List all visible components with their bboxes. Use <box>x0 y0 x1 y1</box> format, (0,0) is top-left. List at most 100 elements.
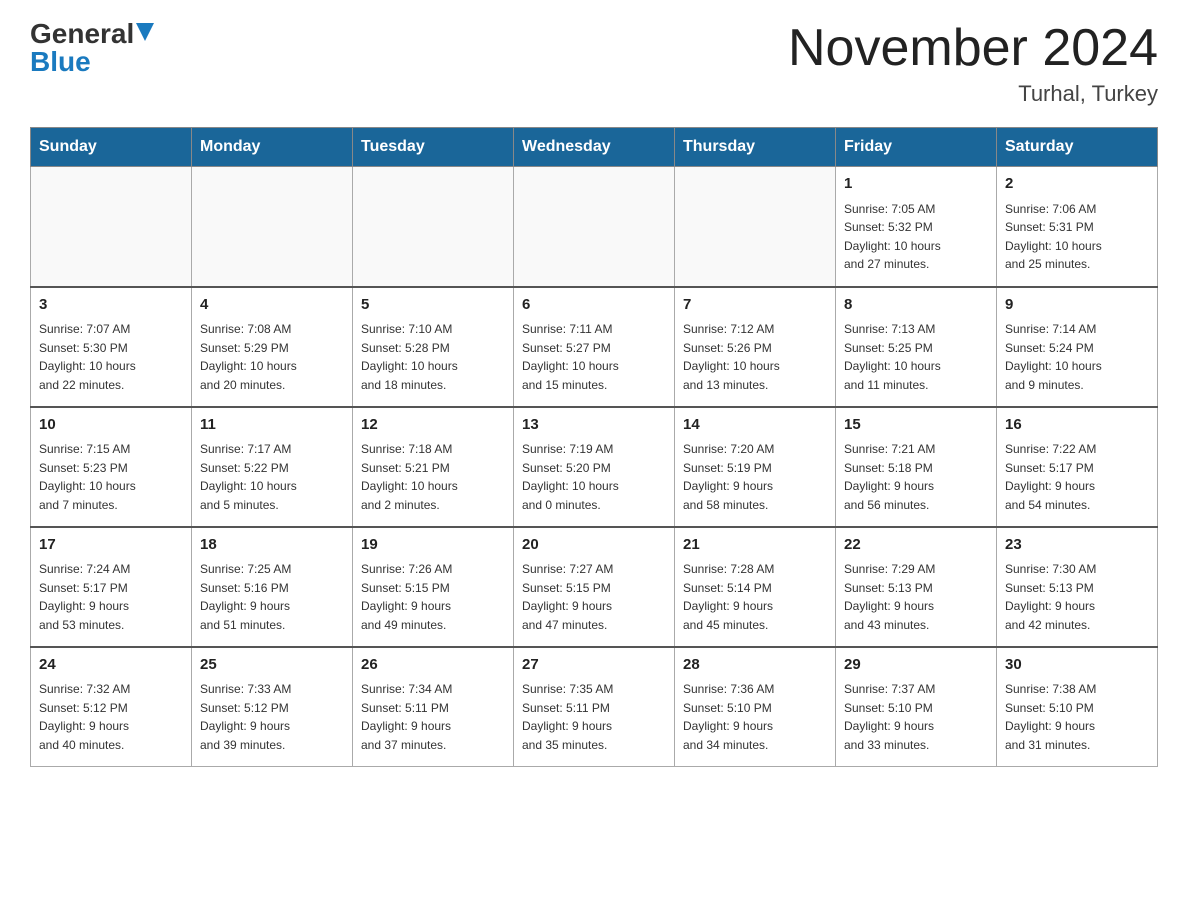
calendar-day-cell <box>353 167 514 287</box>
calendar-header-row: SundayMondayTuesdayWednesdayThursdayFrid… <box>31 128 1158 167</box>
calendar-day-cell: 28Sunrise: 7:36 AM Sunset: 5:10 PM Dayli… <box>675 647 836 767</box>
calendar-day-cell: 16Sunrise: 7:22 AM Sunset: 5:17 PM Dayli… <box>997 407 1158 527</box>
day-number: 30 <box>1005 654 1149 677</box>
day-number: 24 <box>39 654 183 677</box>
calendar-weekday-header: Tuesday <box>353 128 514 167</box>
day-info: Sunrise: 7:21 AM Sunset: 5:18 PM Dayligh… <box>844 440 988 514</box>
calendar-day-cell: 20 Sunrise: 7:27 AM Sunset: 5:15 PM Dayli… <box>514 527 675 647</box>
day-info: Sunrise: 7:30 AM Sunset: 5:13 PM Dayligh… <box>1005 560 1149 634</box>
day-info: Sunrise: 7:06 AM Sunset: 5:31 PM Dayligh… <box>1005 200 1149 274</box>
calendar-day-cell: 17 Sunrise: 7:24 AM Sunset: 5:17 PM Dayli… <box>31 527 192 647</box>
calendar-day-cell: 9 Sunrise: 7:14 AM Sunset: 5:24 PM Daylig… <box>997 287 1158 407</box>
day-number: 2 <box>1005 173 1149 196</box>
day-info: Sunrise: 7:14 AM Sunset: 5:24 PM Dayligh… <box>1005 320 1149 394</box>
day-info: Sunrise: 7:12 AM Sunset: 5:26 PM Dayligh… <box>683 320 827 394</box>
day-number: 6 <box>522 294 666 317</box>
calendar-day-cell: 14 Sunrise: 7:20 AM Sunset: 5:19 PM Dayli… <box>675 407 836 527</box>
calendar-day-cell: 29 Sunrise: 7:37 AM Sunset: 5:10 PM Dayli… <box>836 647 997 767</box>
calendar-day-cell: 26 Sunrise: 7:34 AM Sunset: 5:11 PM Dayli… <box>353 647 514 767</box>
calendar-week-row: 3 Sunrise: 7:07 AM Sunset: 5:30 PM Daylig… <box>31 287 1158 407</box>
calendar-weekday-header: Sunday <box>31 128 192 167</box>
calendar-weekday-header: Friday <box>836 128 997 167</box>
calendar-day-cell: 8Sunrise: 7:13 AM Sunset: 5:25 PM Daylig… <box>836 287 997 407</box>
calendar-day-cell: 24 Sunrise: 7:32 AM Sunset: 5:12 PM Dayli… <box>31 647 192 767</box>
day-info: Sunrise: 7:17 AM Sunset: 5:22 PM Dayligh… <box>200 440 344 514</box>
calendar-day-cell: 4 Sunrise: 7:08 AM Sunset: 5:29 PM Daylig… <box>192 287 353 407</box>
calendar-weekday-header: Monday <box>192 128 353 167</box>
calendar-weekday-header: Saturday <box>997 128 1158 167</box>
calendar-day-cell: 27 Sunrise: 7:35 AM Sunset: 5:11 PM Dayli… <box>514 647 675 767</box>
calendar-week-row: 17 Sunrise: 7:24 AM Sunset: 5:17 PM Dayli… <box>31 527 1158 647</box>
page-header: General Blue November 2024 Turhal, Turke… <box>30 20 1158 107</box>
day-info: Sunrise: 7:34 AM Sunset: 5:11 PM Dayligh… <box>361 680 505 754</box>
day-number: 20 <box>522 534 666 557</box>
day-info: Sunrise: 7:10 AM Sunset: 5:28 PM Dayligh… <box>361 320 505 394</box>
calendar-day-cell: 6Sunrise: 7:11 AM Sunset: 5:27 PM Daylig… <box>514 287 675 407</box>
day-info: Sunrise: 7:05 AM Sunset: 5:32 PM Dayligh… <box>844 200 988 274</box>
day-number: 29 <box>844 654 988 677</box>
calendar-day-cell <box>514 167 675 287</box>
day-info: Sunrise: 7:08 AM Sunset: 5:29 PM Dayligh… <box>200 320 344 394</box>
day-number: 14 <box>683 414 827 437</box>
day-number: 16 <box>1005 414 1149 437</box>
day-number: 22 <box>844 534 988 557</box>
day-number: 27 <box>522 654 666 677</box>
day-info: Sunrise: 7:07 AM Sunset: 5:30 PM Dayligh… <box>39 320 183 394</box>
day-info: Sunrise: 7:18 AM Sunset: 5:21 PM Dayligh… <box>361 440 505 514</box>
day-number: 4 <box>200 294 344 317</box>
calendar-day-cell: 15 Sunrise: 7:21 AM Sunset: 5:18 PM Dayli… <box>836 407 997 527</box>
location: Turhal, Turkey <box>788 81 1158 107</box>
day-info: Sunrise: 7:20 AM Sunset: 5:19 PM Dayligh… <box>683 440 827 514</box>
day-number: 3 <box>39 294 183 317</box>
calendar-weekday-header: Wednesday <box>514 128 675 167</box>
calendar-day-cell: 21 Sunrise: 7:28 AM Sunset: 5:14 PM Dayli… <box>675 527 836 647</box>
day-number: 26 <box>361 654 505 677</box>
day-info: Sunrise: 7:26 AM Sunset: 5:15 PM Dayligh… <box>361 560 505 634</box>
day-number: 9 <box>1005 294 1149 317</box>
calendar-day-cell <box>192 167 353 287</box>
logo-general: General <box>30 20 134 48</box>
day-number: 21 <box>683 534 827 557</box>
calendar-day-cell: 22 Sunrise: 7:29 AM Sunset: 5:13 PM Dayli… <box>836 527 997 647</box>
day-info: Sunrise: 7:37 AM Sunset: 5:10 PM Dayligh… <box>844 680 988 754</box>
calendar-day-cell: 23Sunrise: 7:30 AM Sunset: 5:13 PM Dayli… <box>997 527 1158 647</box>
logo-blue: Blue <box>30 46 91 77</box>
calendar-week-row: 10Sunrise: 7:15 AM Sunset: 5:23 PM Dayli… <box>31 407 1158 527</box>
day-number: 7 <box>683 294 827 317</box>
day-info: Sunrise: 7:32 AM Sunset: 5:12 PM Dayligh… <box>39 680 183 754</box>
day-info: Sunrise: 7:15 AM Sunset: 5:23 PM Dayligh… <box>39 440 183 514</box>
day-number: 25 <box>200 654 344 677</box>
day-info: Sunrise: 7:38 AM Sunset: 5:10 PM Dayligh… <box>1005 680 1149 754</box>
calendar-day-cell: 30 Sunrise: 7:38 AM Sunset: 5:10 PM Dayli… <box>997 647 1158 767</box>
calendar-day-cell <box>675 167 836 287</box>
calendar-day-cell: 19 Sunrise: 7:26 AM Sunset: 5:15 PM Dayli… <box>353 527 514 647</box>
calendar-day-cell: 3 Sunrise: 7:07 AM Sunset: 5:30 PM Daylig… <box>31 287 192 407</box>
calendar-week-row: 1Sunrise: 7:05 AM Sunset: 5:32 PM Daylig… <box>31 167 1158 287</box>
calendar-day-cell: 7 Sunrise: 7:12 AM Sunset: 5:26 PM Daylig… <box>675 287 836 407</box>
day-info: Sunrise: 7:28 AM Sunset: 5:14 PM Dayligh… <box>683 560 827 634</box>
calendar-day-cell: 25Sunrise: 7:33 AM Sunset: 5:12 PM Dayli… <box>192 647 353 767</box>
calendar-week-row: 24 Sunrise: 7:32 AM Sunset: 5:12 PM Dayli… <box>31 647 1158 767</box>
month-title: November 2024 <box>788 20 1158 77</box>
day-number: 12 <box>361 414 505 437</box>
logo-triangle-icon <box>136 23 154 41</box>
day-number: 11 <box>200 414 344 437</box>
day-number: 18 <box>200 534 344 557</box>
day-number: 15 <box>844 414 988 437</box>
day-number: 17 <box>39 534 183 557</box>
calendar-day-cell: 13Sunrise: 7:19 AM Sunset: 5:20 PM Dayli… <box>514 407 675 527</box>
calendar-weekday-header: Thursday <box>675 128 836 167</box>
day-info: Sunrise: 7:27 AM Sunset: 5:15 PM Dayligh… <box>522 560 666 634</box>
day-info: Sunrise: 7:29 AM Sunset: 5:13 PM Dayligh… <box>844 560 988 634</box>
day-number: 28 <box>683 654 827 677</box>
day-info: Sunrise: 7:24 AM Sunset: 5:17 PM Dayligh… <box>39 560 183 634</box>
day-number: 19 <box>361 534 505 557</box>
calendar-day-cell: 12 Sunrise: 7:18 AM Sunset: 5:21 PM Dayli… <box>353 407 514 527</box>
day-info: Sunrise: 7:35 AM Sunset: 5:11 PM Dayligh… <box>522 680 666 754</box>
day-number: 8 <box>844 294 988 317</box>
day-number: 5 <box>361 294 505 317</box>
calendar-day-cell <box>31 167 192 287</box>
title-area: November 2024 Turhal, Turkey <box>788 20 1158 107</box>
calendar-day-cell: 10Sunrise: 7:15 AM Sunset: 5:23 PM Dayli… <box>31 407 192 527</box>
calendar-day-cell: 5 Sunrise: 7:10 AM Sunset: 5:28 PM Daylig… <box>353 287 514 407</box>
